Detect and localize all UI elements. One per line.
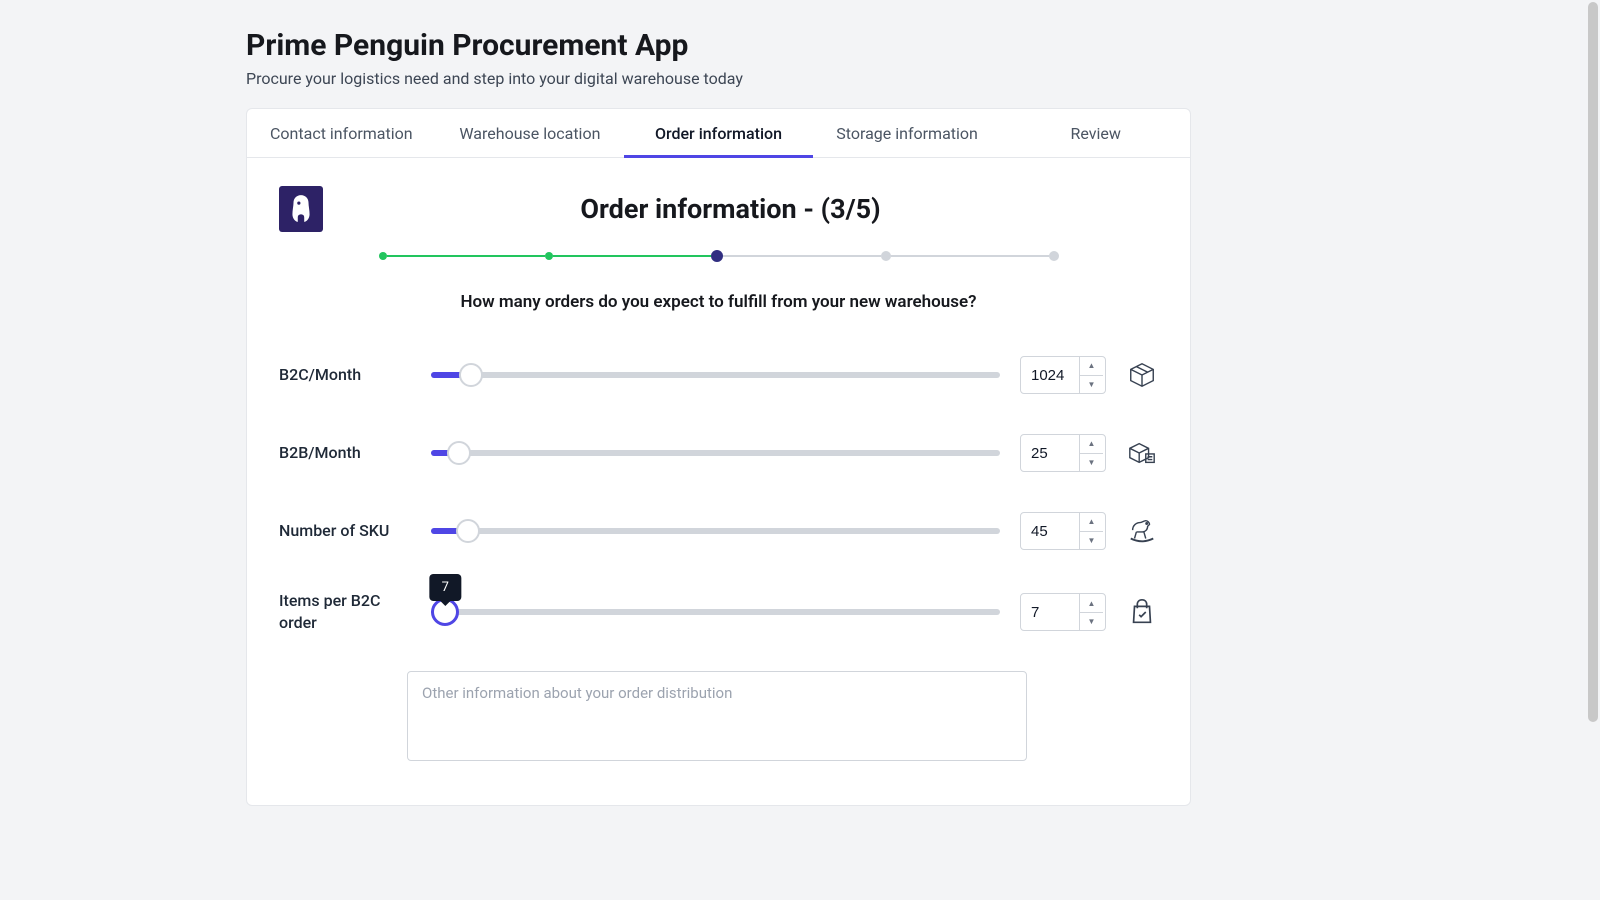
form-content: Order information - (3/5) How many order…	[247, 158, 1190, 805]
tab-storage-information[interactable]: Storage information	[813, 109, 1002, 157]
slider-thumb-items[interactable]: 7	[431, 598, 459, 626]
other-info-textarea[interactable]	[407, 671, 1027, 761]
row-items: Items per B2C order 7 ▲ ▼	[279, 590, 1158, 635]
step-dot-1	[379, 252, 387, 260]
app-title: Prime Penguin Procurement App	[246, 28, 1354, 63]
step-down-b2c[interactable]: ▼	[1080, 376, 1103, 394]
slider-sku[interactable]	[431, 528, 1000, 534]
app-subtitle: Procure your logistics need and step int…	[246, 69, 1354, 88]
label-items: Items per B2C order	[279, 590, 411, 635]
row-b2b-month: B2B/Month ▲ ▼	[279, 434, 1158, 472]
scrollbar-thumb[interactable]	[1588, 2, 1598, 722]
input-sku[interactable]	[1021, 513, 1079, 549]
input-wrap-sku: ▲ ▼	[1020, 512, 1106, 550]
step-up-b2b[interactable]: ▲	[1080, 435, 1103, 454]
tab-warehouse-location[interactable]: Warehouse location	[436, 109, 625, 157]
step-line-2	[553, 255, 711, 257]
slider-items[interactable]: 7	[431, 609, 1000, 615]
input-b2c-month[interactable]	[1021, 357, 1079, 393]
step-dot-4	[881, 251, 891, 261]
page-title: Order information - (3/5)	[347, 193, 1114, 225]
step-line-4	[891, 255, 1049, 257]
slider-b2b-month[interactable]	[431, 450, 1000, 456]
slider-b2c-month[interactable]	[431, 372, 1000, 378]
label-sku: Number of SKU	[279, 520, 411, 542]
step-dot-3	[711, 250, 723, 262]
slider-thumb-sku[interactable]	[456, 519, 480, 543]
vertical-scrollbar[interactable]	[1586, 0, 1600, 900]
tab-review[interactable]: Review	[1001, 109, 1190, 157]
input-wrap-items: ▲ ▼	[1020, 593, 1106, 631]
input-wrap-b2b: ▲ ▼	[1020, 434, 1106, 472]
input-b2b-month[interactable]	[1021, 435, 1079, 471]
step-line-1	[387, 255, 545, 257]
label-b2b-month: B2B/Month	[279, 442, 411, 464]
step-down-items[interactable]: ▼	[1080, 613, 1103, 631]
tab-contact-information[interactable]: Contact information	[247, 109, 436, 157]
row-sku: Number of SKU ▲ ▼	[279, 512, 1158, 550]
tab-bar: Contact information Warehouse location O…	[247, 109, 1190, 158]
step-down-b2b[interactable]: ▼	[1080, 454, 1103, 472]
slider-thumb-b2b[interactable]	[447, 441, 471, 465]
input-items[interactable]	[1021, 594, 1079, 630]
warehouse-box-icon	[1126, 438, 1158, 468]
step-up-sku[interactable]: ▲	[1080, 513, 1103, 532]
form-question: How many orders do you expect to fulfill…	[279, 292, 1158, 312]
page-header: Prime Penguin Procurement App Procure yo…	[246, 28, 1354, 88]
step-dot-5	[1049, 251, 1059, 261]
tab-order-information[interactable]: Order information	[624, 109, 813, 157]
row-b2c-month: B2C/Month ▲ ▼	[279, 356, 1158, 394]
slider-tooltip: 7	[430, 574, 461, 601]
step-dot-2	[545, 252, 553, 260]
form-card: Contact information Warehouse location O…	[246, 108, 1191, 806]
progress-stepper	[379, 250, 1059, 262]
penguin-icon	[288, 194, 314, 224]
step-up-b2c[interactable]: ▲	[1080, 357, 1103, 376]
step-up-items[interactable]: ▲	[1080, 594, 1103, 613]
package-icon	[1126, 360, 1158, 390]
slider-thumb-b2c[interactable]	[459, 363, 483, 387]
step-down-sku[interactable]: ▼	[1080, 532, 1103, 550]
input-wrap-b2c: ▲ ▼	[1020, 356, 1106, 394]
shopping-bag-icon	[1126, 597, 1158, 627]
label-b2c-month: B2C/Month	[279, 364, 411, 386]
rocking-horse-icon	[1126, 516, 1158, 546]
step-line-3	[723, 255, 881, 257]
brand-logo	[279, 186, 323, 232]
